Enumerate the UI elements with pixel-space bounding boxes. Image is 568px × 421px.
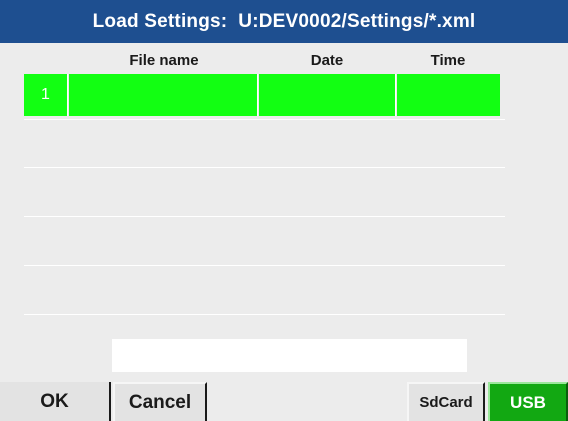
row-file-name: [69, 74, 258, 116]
table-row-empty[interactable]: [24, 217, 504, 265]
column-header-time: Time: [430, 52, 466, 69]
ok-button[interactable]: OK: [0, 382, 111, 421]
row-time: [397, 74, 500, 116]
row-divider: [24, 314, 505, 315]
usb-source-button[interactable]: USB: [488, 382, 568, 421]
column-header-file-name: File name: [129, 52, 199, 69]
row-date: [259, 74, 396, 116]
row-index: 1: [24, 74, 68, 116]
table-row-empty[interactable]: [24, 168, 504, 216]
filename-input[interactable]: [112, 339, 467, 372]
window-title: Load Settings: U:DEV0002/Settings/*.xml: [0, 0, 568, 43]
table-row-empty[interactable]: [24, 120, 504, 168]
column-header-date: Date: [310, 52, 344, 69]
table-row-empty[interactable]: [24, 266, 504, 314]
cancel-button[interactable]: Cancel: [113, 382, 207, 421]
sdcard-source-button[interactable]: SdCard: [407, 382, 485, 421]
table-row-selected[interactable]: 1: [24, 74, 504, 122]
